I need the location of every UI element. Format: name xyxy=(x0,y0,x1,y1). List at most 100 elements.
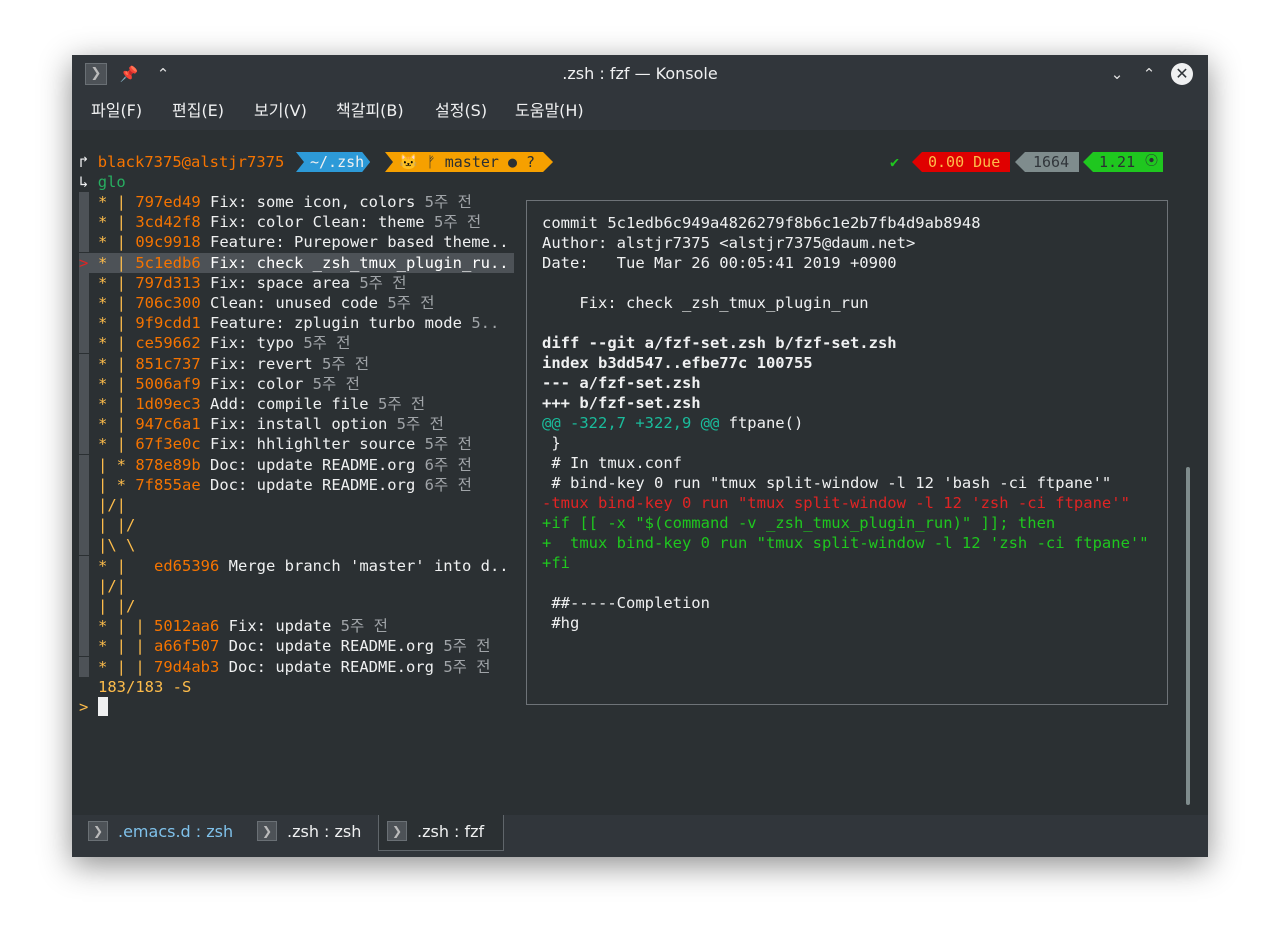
menu-edit[interactable]: 편집(E) xyxy=(172,101,224,121)
gutter-cell xyxy=(79,475,89,495)
commit-age: 5주 전 xyxy=(322,355,370,373)
commit-hash: 7f855ae xyxy=(135,476,201,494)
commit-message: Clean: unused code xyxy=(210,294,378,312)
log-row[interactable]: | * 7f855ae Doc: update README.org 6주 전 xyxy=(98,475,472,495)
gutter-cell xyxy=(79,333,89,353)
commit-hash: a66f507 xyxy=(154,637,220,655)
match-count: 183/183 -S xyxy=(98,678,192,696)
graph-lines: * | xyxy=(98,334,136,352)
commit-hash: 797d313 xyxy=(135,274,201,292)
graph-lines: * | xyxy=(98,193,136,211)
graph-lines: |/| xyxy=(98,577,126,595)
log-row[interactable]: * | | a66f507 Doc: update README.org 5주 … xyxy=(98,636,491,656)
log-row[interactable]: | |/ xyxy=(98,596,135,616)
log-row[interactable]: * | ce59662 Fix: typo 5주 전 xyxy=(98,333,351,353)
log-row[interactable]: * | 851c737 Fix: revert 5주 전 xyxy=(98,354,369,374)
author-line: Author: alstjr7375 <alstjr7375@daum.net> xyxy=(542,234,916,252)
log-row[interactable]: * | 947c6a1 Fix: install option 5주 전 xyxy=(98,414,444,434)
graph-lines: * | | xyxy=(98,637,154,655)
maximize-icon[interactable]: ⌃ xyxy=(1138,63,1160,85)
graph-lines: * | | xyxy=(98,658,154,676)
log-row[interactable]: |/| xyxy=(98,576,126,596)
scrollbar[interactable] xyxy=(1186,467,1190,805)
log-row[interactable]: |\ \ xyxy=(98,535,135,555)
graph-lines: * | xyxy=(98,314,136,332)
gutter-cell xyxy=(79,273,89,293)
close-icon[interactable]: ✕ xyxy=(1171,63,1193,85)
log-row[interactable]: * | | 79d4ab3 Doc: update README.org 5주 … xyxy=(98,657,491,677)
commit-hash: 9f9cdd1 xyxy=(135,314,201,332)
hunk-line: @@ -322,7 +322,9 @@ ftpane() xyxy=(542,414,804,432)
graph-lines: |/| xyxy=(98,496,126,514)
gutter-cell xyxy=(79,657,89,677)
ctx-line-2: # In tmux.conf xyxy=(542,454,682,472)
graph-lines: * | xyxy=(98,213,136,231)
log-row[interactable]: * | 706c300 Clean: unused code 5주 전 xyxy=(98,293,435,313)
menu-settings[interactable]: 설정(S) xyxy=(435,101,487,121)
preview-pane: commit 5c1edb6c949a4826279f8b6c1e2b7fb4d… xyxy=(526,200,1168,705)
gutter-cell xyxy=(79,434,89,454)
tab-emacs-zsh[interactable]: ❯ .emacs.d : zsh xyxy=(88,815,248,851)
commit-age: 5주 전 xyxy=(377,395,426,413)
prompt-count: 1664 xyxy=(1015,152,1080,172)
graph-lines: * | xyxy=(98,415,136,433)
commit-message: Fix: space area xyxy=(210,274,350,292)
commit-hash: 5c1edb6 xyxy=(135,254,201,272)
add-line-2: + tmux bind-key 0 run "tmux split-window… xyxy=(542,534,1149,552)
terminal-area[interactable]: ↱ black7375@alstjr7375 ~/.zsh 🐱 ᚠ master… xyxy=(72,130,1208,815)
log-row[interactable]: * | 797d313 Fix: space area 5주 전 xyxy=(98,273,407,293)
log-row[interactable]: |/| xyxy=(98,495,126,515)
tab-zsh-fzf[interactable]: ❯ .zsh : fzf xyxy=(378,815,504,851)
gutter-cell xyxy=(79,556,89,576)
add-line-1: +if [[ -x "$(command -v _zsh_tmux_plugin… xyxy=(542,514,1056,532)
log-row[interactable]: * | 1d09ec3 Add: compile file 5주 전 xyxy=(98,394,425,414)
commit-message: Feature: Purepower based theme.. xyxy=(210,233,509,251)
tab-zsh-zsh[interactable]: ❯ .zsh : zsh xyxy=(257,815,377,851)
minimize-icon[interactable]: ⌄ xyxy=(1106,63,1128,85)
gutter-cell xyxy=(79,414,89,434)
ctx-line-5: #hg xyxy=(542,614,580,632)
log-row[interactable]: | * 878e89b Doc: update README.org 6주 전 xyxy=(98,455,472,475)
fzf-input[interactable]: > xyxy=(79,697,108,717)
menu-file[interactable]: 파일(F) xyxy=(91,101,142,121)
graph-lines: | * xyxy=(98,456,136,474)
log-row[interactable]: * | 5c1edb6 Fix: check _zsh_tmux_plugin_… xyxy=(98,253,509,273)
terminal-icon: ❯ xyxy=(387,820,407,841)
graph-lines: * | | xyxy=(98,617,154,635)
del-line-1: -tmux bind-key 0 run "tmux split-window … xyxy=(542,494,1130,512)
log-row[interactable]: * | 09c9918 Feature: Purepower based the… xyxy=(98,232,509,252)
commit-hash: 67f3e0c xyxy=(135,435,201,453)
menu-view[interactable]: 보기(V) xyxy=(254,101,307,121)
log-row[interactable]: * | 797ed49 Fix: some icon, colors 5주 전 xyxy=(98,192,472,212)
commit-line: commit 5c1edb6c949a4826279f8b6c1e2b7fb4d… xyxy=(542,214,981,232)
graph-lines: | |/ xyxy=(98,597,136,615)
log-row[interactable]: * | 67f3e0c Fix: hhlighlter source 5주 전 xyxy=(98,434,472,454)
commit-hash: 3cd42f8 xyxy=(135,213,201,231)
konsole-window: ❯ 📌 ⌃ .zsh : fzf — Konsole ⌄ ⌃ ✕ 파일(F) 편… xyxy=(72,55,1208,857)
gutter-cell xyxy=(79,455,89,475)
commit-age: 5주 전 xyxy=(396,415,444,433)
log-row[interactable]: | |/ xyxy=(98,515,135,535)
log-row[interactable]: * | ed65396 Merge branch 'master' into d… xyxy=(98,556,509,576)
gutter-cell xyxy=(79,515,89,535)
gutter-cell xyxy=(79,313,89,333)
gutter-cell xyxy=(79,596,89,616)
graph-lines: * | xyxy=(98,294,136,312)
commit-message: Fix: check _zsh_tmux_plugin_ru.. xyxy=(210,254,509,272)
gutter-cell xyxy=(79,576,89,596)
commit-message: Fix: typo xyxy=(210,334,294,352)
diff-header-4: +++ b/fzf-set.zsh xyxy=(542,394,701,412)
log-row[interactable]: * | 5006af9 Fix: color 5주 전 xyxy=(98,374,360,394)
tab-bar: ❯ .emacs.d : zsh ❯ .zsh : zsh ❯ .zsh : fzf xyxy=(72,815,1208,857)
menu-bookmarks[interactable]: 책갈피(B) xyxy=(336,101,404,121)
graph-lines: * | xyxy=(98,375,136,393)
log-row[interactable]: * | 9f9cdd1 Feature: zplugin turbo mode … xyxy=(98,313,499,333)
gutter-cell xyxy=(79,374,89,394)
selection-marker: > xyxy=(79,254,89,272)
log-row[interactable]: * | | 5012aa6 Fix: update 5주 전 xyxy=(98,616,388,636)
commit-hash: 851c737 xyxy=(135,355,201,373)
log-row[interactable]: * | 3cd42f8 Fix: color Clean: theme 5주 전 xyxy=(98,212,481,232)
menu-help[interactable]: 도움말(H) xyxy=(515,101,584,121)
commit-message: Merge branch 'master' into d.. xyxy=(228,557,509,575)
commit-hash: 1d09ec3 xyxy=(135,395,201,413)
